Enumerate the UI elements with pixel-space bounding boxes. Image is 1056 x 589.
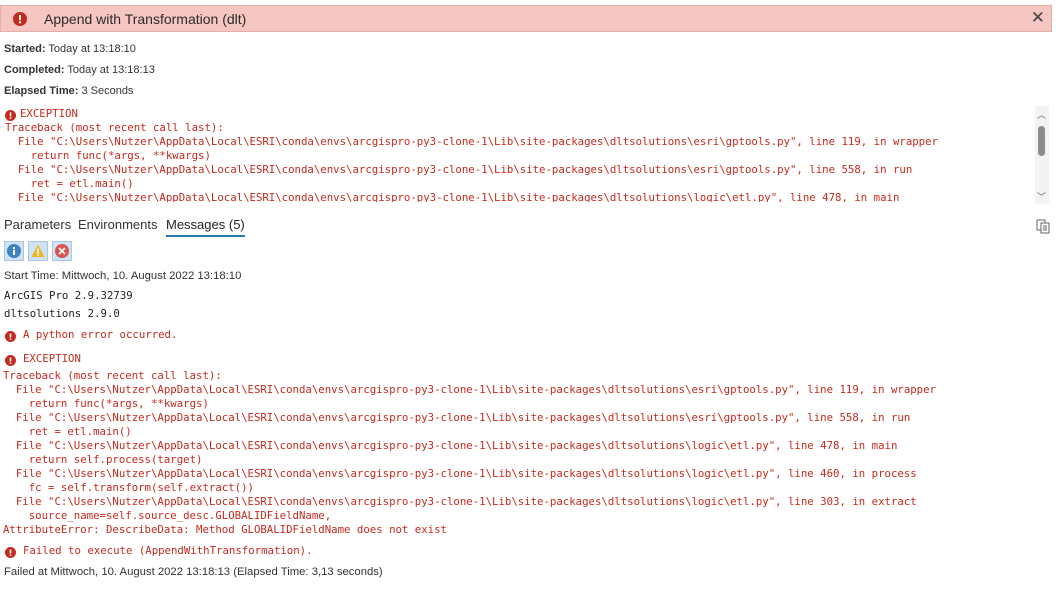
error-filter-button[interactable] [52, 241, 72, 261]
summary-scrollbar[interactable]: ︿ ﹀ [1035, 106, 1049, 204]
failed-at-message: Failed at Mittwoch, 10. August 2022 13:1… [4, 566, 383, 578]
tab-messages[interactable]: Messages (5) [166, 217, 245, 237]
trace-line: return func(*args, **kwargs) [3, 397, 209, 410]
info-icon [7, 244, 21, 258]
trace-line: File "C:\Users\Nutzer\AppData\Local\ESRI… [5, 163, 913, 176]
attribute-error-line: AttributeError: DescribeData: Method GLO… [3, 523, 447, 536]
trace-line: File "C:\Users\Nutzer\AppData\Local\ESRI… [3, 467, 917, 480]
completed-row: Completed: Today at 13:18:13 [4, 64, 155, 76]
scroll-thumb[interactable] [1038, 126, 1045, 156]
error-icon [13, 12, 27, 31]
completed-value: Today at 13:18:13 [67, 64, 155, 76]
trace-line: return func(*args, **kwargs) [5, 149, 211, 162]
active-tab-underline [166, 235, 245, 237]
scroll-down-icon[interactable]: ﹀ [1037, 190, 1046, 203]
tab-messages-label: Messages (5) [166, 217, 245, 232]
warning-filter-button[interactable] [28, 241, 48, 261]
dialog-header: Append with Transformation (dlt) ✕ [0, 5, 1052, 32]
trace-line: File "C:\Users\Nutzer\AppData\Local\ESRI… [3, 383, 936, 396]
trace-line: return self.process(target) [3, 453, 203, 466]
error-x-icon [55, 244, 69, 258]
elapsed-label: Elapsed Time: [4, 85, 79, 97]
trace-line: Traceback (most recent call last): [3, 369, 222, 382]
trace-line: fc = self.transform(self.extract()) [3, 481, 254, 494]
trace-line: File "C:\Users\Nutzer\AppData\Local\ESRI… [3, 495, 917, 508]
dlt-version-message: dltsolutions 2.9.0 [4, 307, 120, 320]
copy-icon[interactable] [1036, 219, 1050, 239]
tab-environments[interactable]: Environments [78, 217, 157, 232]
python-error-message: A python error occurred. [23, 328, 178, 341]
completed-label: Completed: [4, 64, 65, 76]
start-time-message: Start Time: Mittwoch, 10. August 2022 13… [4, 270, 242, 282]
trace-line: ret = etl.main() [3, 425, 132, 438]
scroll-up-icon[interactable]: ︿ [1037, 108, 1046, 121]
exception-title: EXCEPTION [20, 107, 78, 120]
elapsed-row: Elapsed Time: 3 Seconds [4, 85, 133, 97]
warning-icon [31, 244, 45, 257]
elapsed-value: 3 Seconds [81, 85, 134, 97]
trace-line: File "C:\Users\Nutzer\AppData\Local\ESRI… [3, 411, 911, 424]
info-filter-button[interactable] [4, 241, 24, 261]
dialog-title: Append with Transformation (dlt) [44, 11, 247, 27]
trace-line: File "C:\Users\Nutzer\AppData\Local\ESRI… [5, 135, 938, 148]
tab-parameters[interactable]: Parameters [4, 217, 71, 232]
error-icon [5, 545, 16, 563]
started-value: Today at 13:18:10 [48, 43, 136, 55]
trace-line: source_name=self.source_desc.GLOBALIDFie… [3, 509, 332, 522]
trace-line: Traceback (most recent call last): [5, 121, 224, 134]
started-row: Started: Today at 13:18:10 [4, 43, 136, 55]
error-icon [5, 329, 16, 347]
trace-line: File "C:\Users\Nutzer\AppData\Local\ESRI… [3, 439, 898, 452]
started-label: Started: [4, 43, 46, 55]
close-icon[interactable]: ✕ [1031, 8, 1045, 28]
trace-line: File "C:\Users\Nutzer\AppData\Local\ESRI… [5, 191, 900, 202]
trace-line: ret = etl.main() [5, 177, 134, 190]
exception-title: EXCEPTION [23, 352, 81, 365]
exception-summary-box[interactable]: EXCEPTION Traceback (most recent call la… [0, 106, 1034, 202]
arcgis-version-message: ArcGIS Pro 2.9.32739 [4, 289, 133, 302]
failed-execute-message: Failed to execute (AppendWithTransformat… [23, 544, 313, 557]
